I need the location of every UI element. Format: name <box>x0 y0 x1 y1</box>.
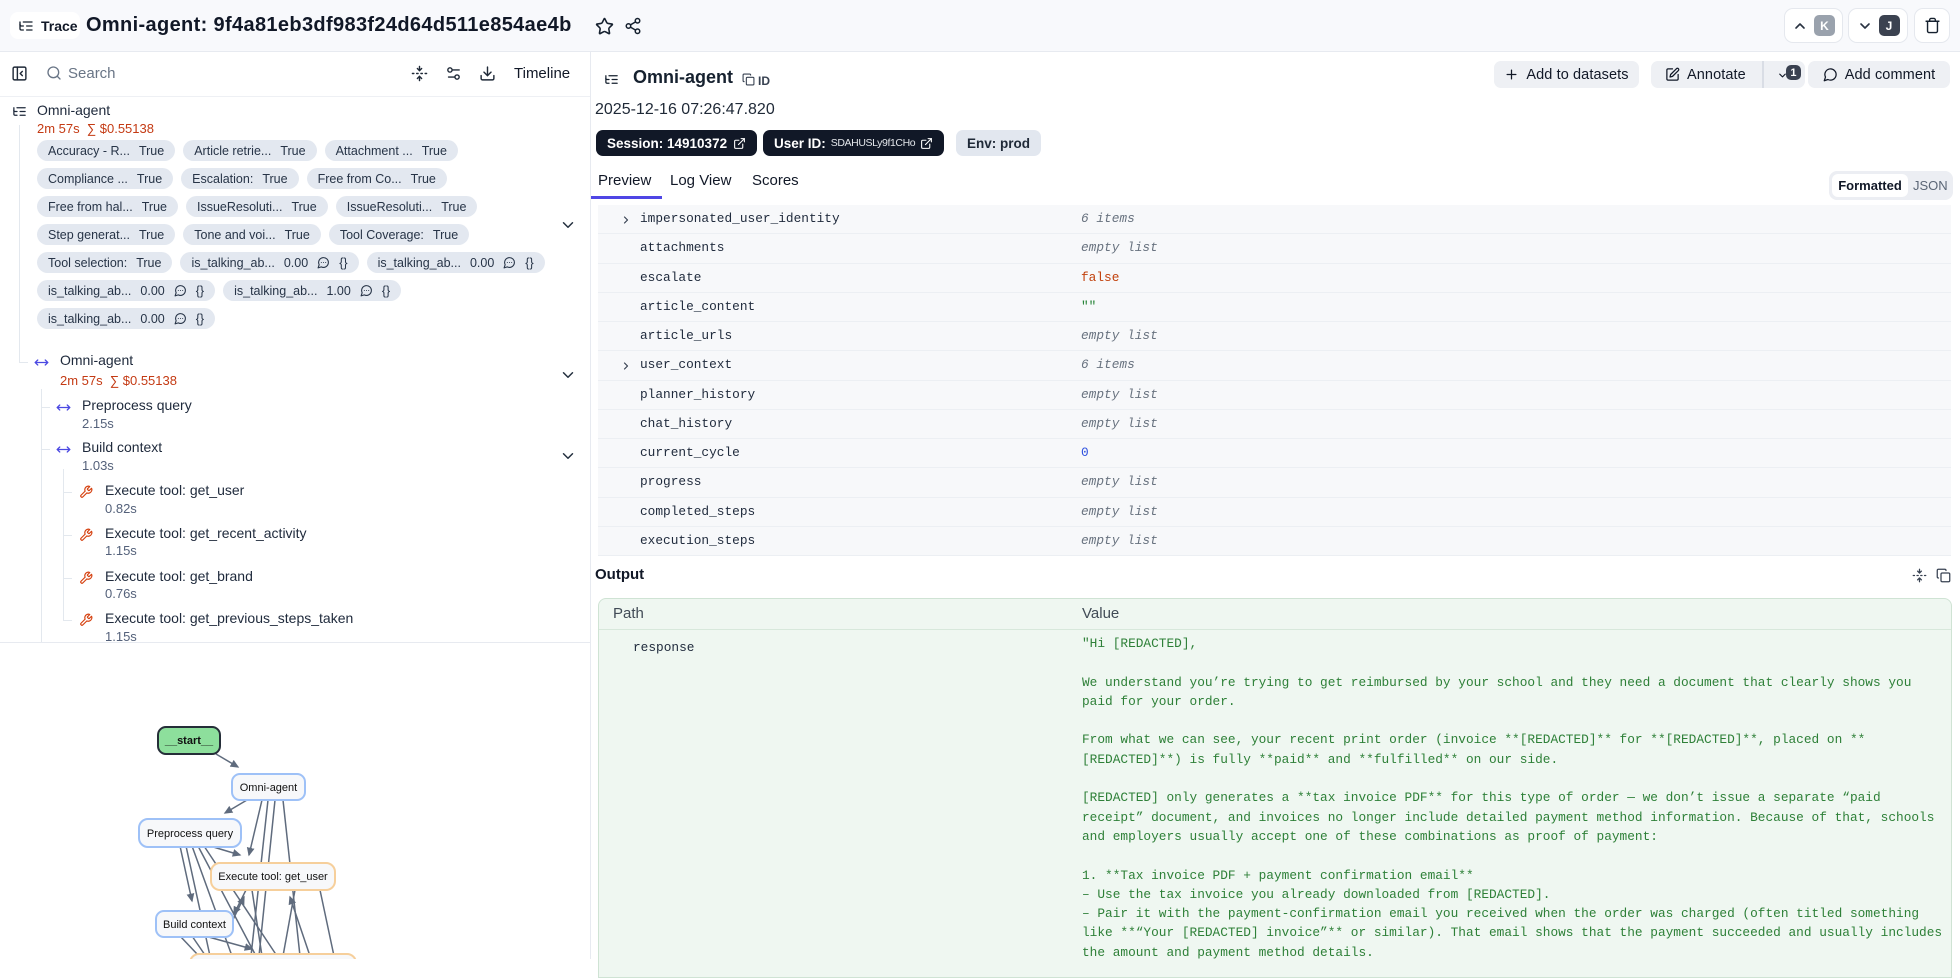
svg-text:Omni-agent: Omni-agent <box>240 782 297 794</box>
svg-text:Execute tool: get_user: Execute tool: get_user <box>218 871 328 883</box>
svg-text:__start__: __start__ <box>164 735 214 747</box>
svg-text:Preprocess query: Preprocess query <box>147 828 234 840</box>
svg-text:Build context: Build context <box>163 919 226 931</box>
